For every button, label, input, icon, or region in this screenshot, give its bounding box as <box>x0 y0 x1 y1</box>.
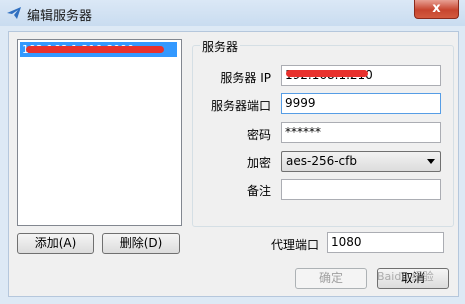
delete-button[interactable]: 删除(D) <box>102 233 180 254</box>
server-list[interactable]: 192.168.1.210:8090 <box>17 39 182 226</box>
password-label: 密码 <box>246 128 271 142</box>
window-title: 编辑服务器 <box>27 9 93 24</box>
paper-plane-icon <box>7 7 21 19</box>
remark-label: 备注 <box>246 184 271 198</box>
add-button[interactable]: 添加(A) <box>17 233 94 254</box>
remark-field[interactable] <box>281 179 441 200</box>
proxy-port-value: 1080 <box>331 235 362 249</box>
ok-button[interactable]: 确定 <box>295 268 367 289</box>
dialog-body: 192.168.1.210:8090 添加(A) 删除(D) 服务器 服务器 I… <box>8 31 459 297</box>
close-button[interactable]: x <box>414 0 459 19</box>
chevron-down-icon <box>427 159 435 164</box>
proxy-port-label: 代理端口 <box>270 238 319 252</box>
server-ip-label: 服务器 IP <box>220 71 271 85</box>
close-icon: x <box>432 1 441 16</box>
proxy-port-field[interactable]: 1080 <box>327 232 444 253</box>
redaction-mark <box>26 46 164 53</box>
server-group-title: 服务器 <box>200 38 241 55</box>
server-port-field[interactable]: 9999 <box>281 93 441 114</box>
password-value: ****** <box>285 125 321 139</box>
password-field[interactable]: ****** <box>281 122 441 143</box>
server-port-label: 服务器端口 <box>210 99 271 113</box>
redaction-mark <box>286 70 368 77</box>
title-bar: 编辑服务器 x <box>0 0 465 26</box>
encryption-select[interactable]: aes-256-cfb <box>281 151 441 172</box>
server-port-value: 9999 <box>285 96 316 110</box>
encryption-label: 加密 <box>246 156 271 170</box>
encryption-value: aes-256-cfb <box>286 154 357 168</box>
watermark: Baidu 经验 <box>377 270 434 283</box>
